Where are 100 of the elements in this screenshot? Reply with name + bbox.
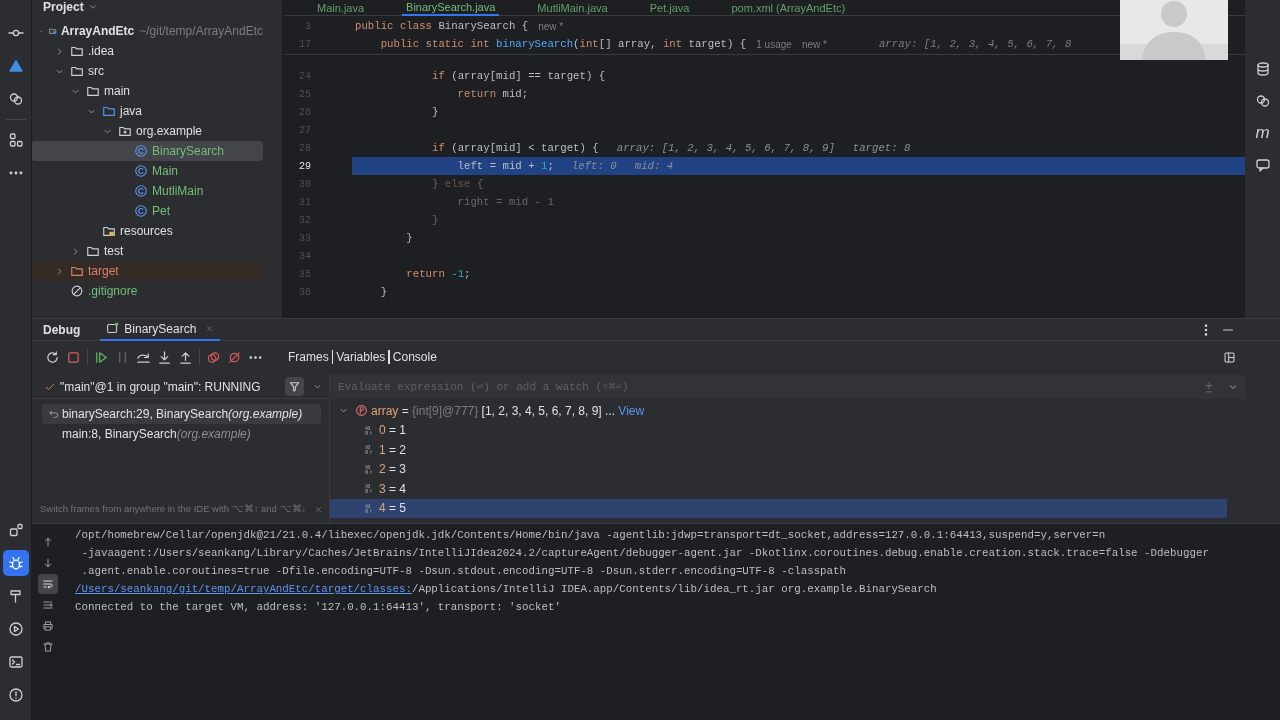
variable-row[interactable]: 4 = 5 (330, 498, 1227, 518)
tree-item[interactable]: src (32, 61, 263, 81)
code-line: if (array[mid] < target) { (430, 140, 599, 156)
folder-icon (86, 84, 100, 98)
code-line: right = mid - 1 (456, 194, 554, 210)
chevron-down-icon[interactable] (87, 2, 98, 12)
wrap-icon[interactable] (38, 574, 58, 594)
folder-icon (86, 244, 100, 258)
variable-row[interactable]: 2 = 3 (330, 459, 1227, 479)
view-link[interactable]: View (618, 403, 645, 418)
path-hint: ~/git/temp/ArrayAndEtc (139, 23, 263, 40)
folder-icon (70, 64, 84, 78)
tree-item[interactable]: org.example (32, 121, 263, 141)
close-icon[interactable] (205, 324, 215, 333)
binary-icon (364, 463, 375, 475)
tree-item-label: java (120, 103, 142, 120)
value-hint: array: [1, 2, 3, 4, 5, 6, 7, 8 (878, 36, 1072, 52)
close-icon[interactable] (314, 504, 323, 514)
folder-icon (70, 44, 84, 58)
binary-icon (364, 502, 375, 514)
tree-item-label: MutliMain (152, 183, 204, 200)
tree-item-label: .idea (88, 43, 115, 60)
tree-item[interactable]: target (32, 261, 263, 281)
code-line: left = mid + 1; (456, 158, 554, 174)
tree-item-label: src (88, 63, 104, 80)
frame-item[interactable]: binarySearch:29, BinarySearch(org.example) (42, 404, 321, 424)
usage-hint: new * (801, 37, 827, 52)
binary-icon (364, 483, 375, 495)
code-line: } (379, 284, 388, 300)
binary-icon (364, 444, 375, 456)
usage-hint: 1 usage (756, 37, 792, 52)
console-line: /opt/homebrew/Cellar/openjdk@21/21.0.4/libexec/openjdk.jdk/Contents/Home/bin/java -agentlib:jdwp=transport=dt_socket,address=127.0.0.1:64413,suspend=y,server=n (75, 528, 1107, 543)
tree-item-label: org.example (136, 123, 203, 140)
code-line: return -1; (405, 266, 471, 282)
view-tab[interactable]: Console (392, 348, 437, 366)
editor-tab[interactable]: Pet.java (645, 0, 694, 16)
usage-hint: new * (538, 19, 564, 34)
value-hint: array: [1, 2, 3, 4, 5, 6, 7, 8, 9] (616, 140, 835, 156)
tree-item-label: resources (120, 223, 173, 240)
tree-item[interactable]: MutliMain (32, 181, 263, 201)
tree-item-label: main (104, 83, 130, 100)
tree-item[interactable]: Main (32, 161, 263, 181)
variable-entry[interactable]: array = {int[9]@777} [1, 2, 3, 4, 5, 6, 7, 8, 9] ... View (371, 401, 645, 420)
code-line: } (405, 230, 413, 246)
code-line: } (430, 212, 439, 228)
file-link[interactable]: /Users/seankang/git/temp/ArrayAndEtc/target/classes: (75, 583, 412, 595)
panel-title: Debug (43, 321, 81, 339)
window-icon (106, 322, 120, 335)
console-line: .agent.enable.coroutines=true -Dfile.encoding=UTF-8 -Dsun.stdout.encoding=UTF-8 -Dsun.stderr.encoding=UTF-8 -classpath (80, 564, 848, 579)
tree-item-label: BinarySearch (152, 143, 225, 160)
code-line: if (array[mid] == target) { (430, 68, 606, 84)
tree-item[interactable]: resources (32, 221, 263, 241)
view-tab[interactable]: Variables (336, 348, 386, 366)
console-line: -javaagent:/Users/seankang/Library/Caches/JetBrains/IntelliJIdea2024.2/captureAgent/debugger-agent.jar -Dkotlinx.coroutines.debug.enable.creation.stack.trace=false -Ddebugger (80, 546, 1210, 561)
code-line: } else { (430, 176, 484, 192)
thread-selector[interactable]: "main"@1 in group "main": RUNNING (60, 377, 261, 396)
tree-item[interactable]: main (32, 81, 263, 101)
tree-item[interactable]: test (32, 241, 263, 261)
parameter-icon (355, 404, 368, 418)
editor-tab[interactable]: pom.xml (ArrayAndEtc) (727, 0, 850, 16)
tree-item[interactable]: .gitignore (32, 281, 263, 301)
editor-tab[interactable]: BinarySearch.java (402, 0, 500, 16)
value-hint: target: 8 (852, 140, 911, 156)
folder-icon (70, 264, 84, 278)
console-line: Connected to the target VM, address: '127.0.0.1:64413', transport: 'socket' (75, 600, 562, 615)
variable-row[interactable]: 3 = 4 (330, 479, 1227, 499)
value-hint: left: 0 (571, 158, 617, 174)
view-tab[interactable]: Frames (288, 348, 329, 366)
bug-icon[interactable] (2, 550, 29, 576)
variable-row[interactable]: 1 = 2 (330, 440, 1227, 460)
class-icon (134, 164, 148, 178)
variable-row[interactable]: 0 = 1 (330, 420, 1227, 440)
class-icon (134, 144, 148, 158)
code-line: public static int binarySearch(int[] array, int target) { (379, 36, 747, 52)
tree-item[interactable]: .idea (32, 41, 263, 61)
layout-icon[interactable] (1223, 350, 1236, 364)
code-line: public class BinarySearch { (355, 18, 529, 34)
maven-tool-button[interactable]: m (1249, 120, 1276, 146)
tree-item[interactable]: ArrayAndEtc ~/git/temp/ArrayAndEtc (32, 21, 263, 41)
tree-item[interactable]: BinarySearch (32, 141, 263, 161)
binary-icon (364, 424, 375, 436)
editor-tab[interactable]: MutliMain.java (533, 0, 612, 16)
tree-item-label: .gitignore (88, 283, 138, 300)
editor-tab[interactable]: Main.java (313, 0, 369, 16)
class-icon (134, 204, 148, 218)
tree-item[interactable]: Pet (32, 201, 263, 221)
filter-icon[interactable] (285, 377, 304, 396)
panel-title: Project (43, 0, 84, 14)
debug-session-tab[interactable]: BinarySearch (100, 318, 221, 341)
tree-item-label: test (104, 243, 124, 260)
tree-item-label: Pet (152, 203, 170, 220)
frame-item[interactable]: main:8, BinarySearch(org.example) (42, 424, 321, 444)
tree-item[interactable]: java (32, 101, 263, 121)
class-icon (134, 184, 148, 198)
return-arrow-icon (48, 408, 60, 420)
folder-icon (102, 104, 116, 118)
tree-item-label: Main (152, 163, 178, 180)
package-folder-icon (118, 124, 132, 138)
tree-item-label: target (88, 263, 119, 280)
line-number: 29 (298, 159, 311, 174)
